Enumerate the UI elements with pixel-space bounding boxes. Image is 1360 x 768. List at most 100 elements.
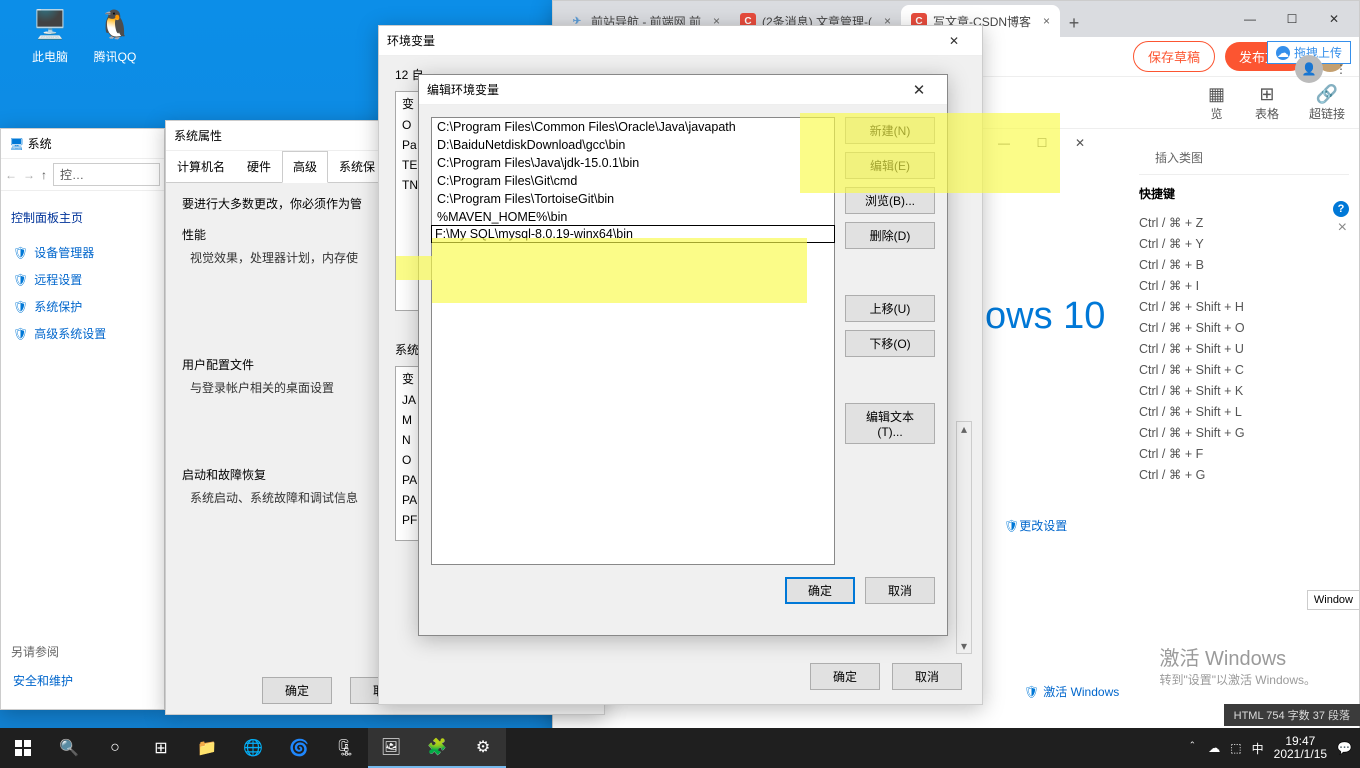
activate-windows-link[interactable]: 🛡激活 Windows [1024,683,1119,700]
app-button[interactable]: 🖼 [368,728,414,768]
up-button[interactable]: ↑ [41,168,47,182]
path-item[interactable]: D:\BaiduNetdiskDownload\gcc\bin [432,136,834,154]
tray-icon[interactable]: ⬚ [1230,741,1241,755]
path-list[interactable]: C:\Program Files\Common Files\Oracle\Jav… [431,117,835,565]
path-item-editing[interactable] [432,226,834,242]
sidebar-link[interactable]: 🛡系统保护 [11,294,154,319]
browse-button[interactable]: 浏览(B)... [845,187,935,214]
tab[interactable]: 高级 [282,151,328,183]
close-button[interactable]: ✕ [1313,5,1355,33]
help-icon[interactable]: ? [1333,201,1349,217]
sidebar-link[interactable]: 🛡高级系统设置 [11,321,154,346]
breadcrumb[interactable]: 控… [53,163,160,186]
edit-environment-variable-dialog: 编辑环境变量✕ C:\Program Files\Common Files\Or… [418,74,948,636]
path-item[interactable]: C:\Program Files\Git\cmd [432,172,834,190]
edit-text-button[interactable]: 编辑文本(T)... [845,403,935,444]
start-button[interactable] [0,728,46,768]
close-icon[interactable]: × [1043,14,1050,28]
ok-button[interactable]: 确定 [262,677,332,704]
save-draft-button[interactable]: 保存草稿 [1133,41,1215,72]
delete-button[interactable]: 删除(D) [845,222,935,249]
change-settings-link[interactable]: 🛡更改设置 [1004,517,1067,534]
table-icon: ⊞ [1255,83,1279,105]
tab[interactable]: 计算机名 [166,151,236,182]
shortcut-item: Ctrl / ⌘ + B [1139,254,1349,275]
shortcuts-heading: 快捷键 [1139,185,1349,202]
qq-icon: 🐧 [95,4,135,44]
new-tab-button[interactable]: + [1060,9,1088,37]
desktop-icon-this-pc[interactable]: 🖥️ 此电脑 [15,4,85,65]
shortcut-item: Ctrl / ⌘ + Shift + K [1139,380,1349,401]
cancel-button[interactable]: 取消 [892,663,962,690]
menu-icon[interactable]: ⋮ [1335,62,1347,76]
tray-chevron-icon[interactable]: ＾ [1186,740,1198,757]
nav-toolbar: ← → ↑ 控… [1,159,164,191]
insert-image-tab[interactable]: 插入类图 [1139,141,1219,174]
window-title: 环境变量 [387,32,934,49]
shortcut-item: Ctrl / ⌘ + I [1139,275,1349,296]
page-heading: 控制面板主页 [11,209,154,226]
cortana-button[interactable]: ○ [92,728,138,768]
upload-float[interactable]: ☁拖拽上传 [1267,41,1351,64]
security-maintenance-link[interactable]: 安全和维护 [11,668,75,693]
shortcut-item: Ctrl / ⌘ + Shift + C [1139,359,1349,380]
avatar[interactable] [1315,42,1345,72]
path-item[interactable]: C:\Program Files\Common Files\Oracle\Jav… [432,118,834,136]
tool-link[interactable]: 🔗超链接 [1309,83,1345,122]
shield-icon: 🛡 [13,246,28,260]
cancel-button[interactable]: 取消 [865,577,935,604]
close-button[interactable]: ✕ [1061,130,1099,156]
move-down-button[interactable]: 下移(O) [845,330,935,357]
desktop-icon-qq[interactable]: 🐧 腾讯QQ [80,4,150,65]
edit-button[interactable]: 编辑(E) [845,152,935,179]
sidebar-link[interactable]: 🛡设备管理器 [11,240,154,265]
inner-window-controls: —☐✕ [985,130,1105,158]
back-button[interactable]: ← [5,168,17,182]
publish-button[interactable]: 发布文章 [1225,42,1305,71]
file-explorer-button[interactable]: 📁 [184,728,230,768]
os-version-text: ows 10 [985,295,1105,338]
chrome-button[interactable]: 🌐 [230,728,276,768]
scrollbar[interactable]: ▴▾ [956,421,972,654]
shortcut-item: Ctrl / ⌘ + Shift + H [1139,296,1349,317]
maximize-button[interactable]: ☐ [1023,130,1061,156]
activation-watermark: 激活 Windows 转到"设置"以激活 Windows。 [1159,642,1316,688]
cloud-icon: ☁ [1276,46,1290,60]
close-panel-icon[interactable]: × [1338,219,1347,237]
ok-button[interactable]: 确定 [810,663,880,690]
clock[interactable]: 19:472021/1/15 [1274,735,1327,761]
forward-button[interactable]: → [23,168,35,182]
app-button[interactable]: 🧩 [414,728,460,768]
minimize-button[interactable]: — [1229,5,1271,33]
task-view-button[interactable]: ⊞ [138,728,184,768]
shortcut-item: Ctrl / ⌘ + Y [1139,233,1349,254]
app-button[interactable]: ⚙ [460,728,506,768]
minimize-button[interactable]: — [985,130,1023,156]
new-button[interactable]: 新建(N) [845,117,935,144]
shortcut-item: Ctrl / ⌘ + Z [1139,212,1349,233]
ime-indicator[interactable]: 中 [1252,740,1264,757]
path-item[interactable]: C:\Program Files\TortoiseGit\bin [432,190,834,208]
path-item[interactable]: %MAVEN_HOME%\bin [432,208,834,226]
notifications-button[interactable]: 💬 [1337,741,1352,755]
app-button[interactable]: 🗜 [322,728,368,768]
side-tag: Window [1307,590,1360,610]
maximize-button[interactable]: ☐ [1271,5,1313,33]
ok-button[interactable]: 确定 [785,577,855,604]
path-edit-input[interactable] [432,226,834,242]
shield-icon: 🛡 [13,300,28,314]
tool-preview[interactable]: ▦览 [1208,83,1225,122]
close-button[interactable]: ✕ [934,27,974,55]
user-icon[interactable]: 👤 [1295,55,1323,83]
close-button[interactable]: ✕ [899,76,939,104]
tray-icon[interactable]: ☁ [1208,741,1220,755]
search-button[interactable]: 🔍 [46,728,92,768]
monitor-icon: 🖥 [9,137,24,151]
move-up-button[interactable]: 上移(U) [845,295,935,322]
shortcut-item: Ctrl / ⌘ + Shift + L [1139,401,1349,422]
tool-table[interactable]: ⊞表格 [1255,83,1279,122]
sidebar-link[interactable]: 🛡远程设置 [11,267,154,292]
edge-button[interactable]: 🌀 [276,728,322,768]
path-item[interactable]: C:\Program Files\Java\jdk-15.0.1\bin [432,154,834,172]
tab[interactable]: 硬件 [236,151,282,182]
